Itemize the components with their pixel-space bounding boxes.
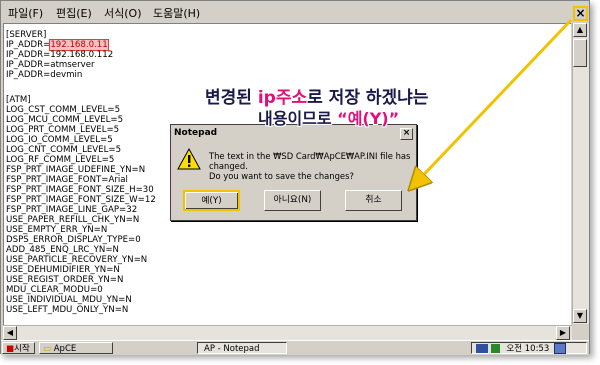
annotation-arrow xyxy=(0,18,573,365)
annotation-line-2: 내용이므로 “예(Y)” xyxy=(258,109,400,128)
